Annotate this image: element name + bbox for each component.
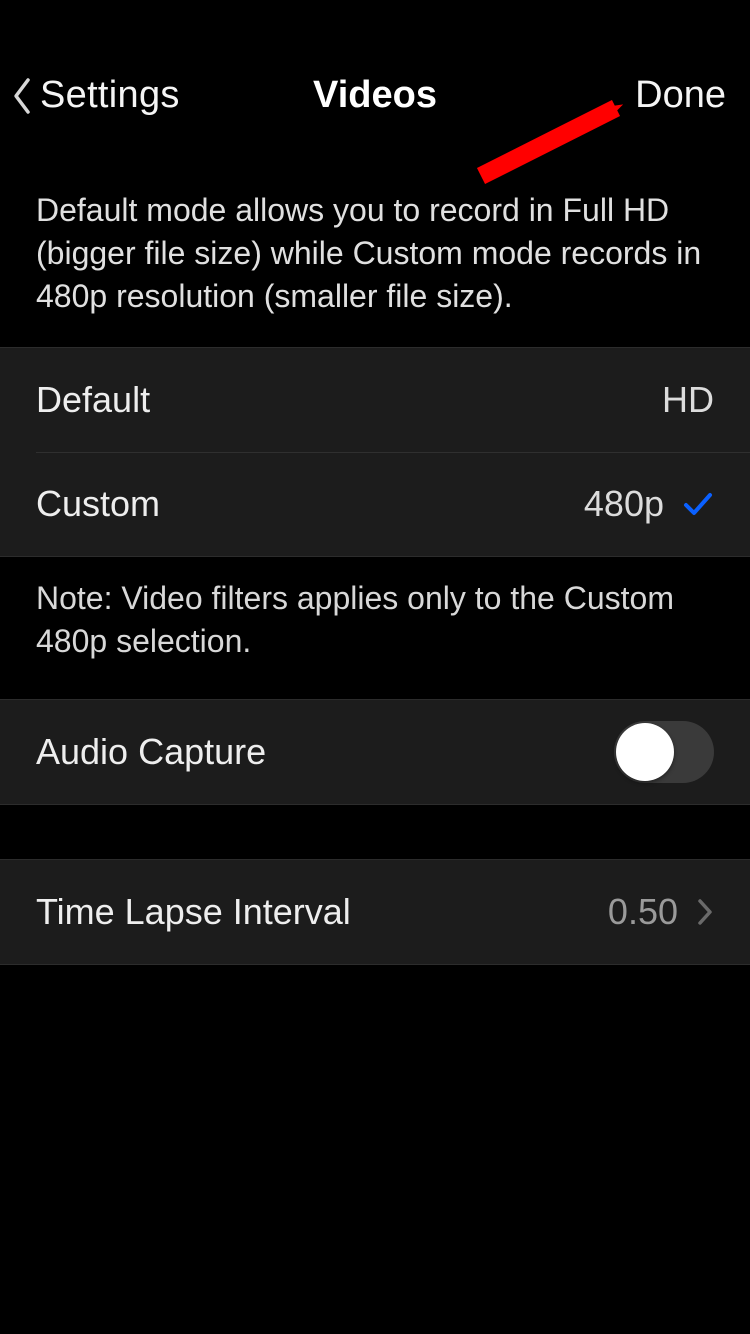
timelapse-value: 0.50: [608, 891, 678, 933]
chevron-right-icon: [696, 897, 714, 927]
toggle-knob: [616, 723, 674, 781]
page-title: Videos: [313, 74, 437, 117]
audio-capture-label: Audio Capture: [36, 731, 266, 773]
mode-row-default[interactable]: Default HD: [0, 348, 750, 452]
chevron-left-icon: [10, 76, 34, 116]
timelapse-row[interactable]: Time Lapse Interval 0.50: [0, 860, 750, 964]
mode-row-custom[interactable]: Custom 480p: [0, 452, 750, 556]
timelapse-label: Time Lapse Interval: [36, 891, 351, 933]
timelapse-group: Time Lapse Interval 0.50: [0, 859, 750, 965]
navigation-bar: Settings Videos Done: [0, 0, 750, 145]
audio-capture-row: Audio Capture: [0, 700, 750, 804]
mode-default-label: Default: [36, 379, 150, 421]
mode-default-value: HD: [662, 379, 714, 421]
mode-custom-value: 480p: [584, 483, 664, 525]
done-button[interactable]: Done: [635, 74, 726, 117]
spacer: [0, 805, 750, 859]
back-button[interactable]: Settings: [10, 74, 180, 117]
audio-group: Audio Capture: [0, 699, 750, 805]
mode-selection-group: Default HD Custom 480p: [0, 347, 750, 557]
audio-capture-toggle[interactable]: [614, 721, 714, 783]
checkmark-icon: [682, 488, 714, 520]
back-label: Settings: [40, 74, 180, 117]
mode-custom-label: Custom: [36, 483, 160, 525]
mode-footer-note: Note: Video filters applies only to the …: [0, 557, 750, 699]
mode-description: Default mode allows you to record in Ful…: [0, 145, 750, 347]
